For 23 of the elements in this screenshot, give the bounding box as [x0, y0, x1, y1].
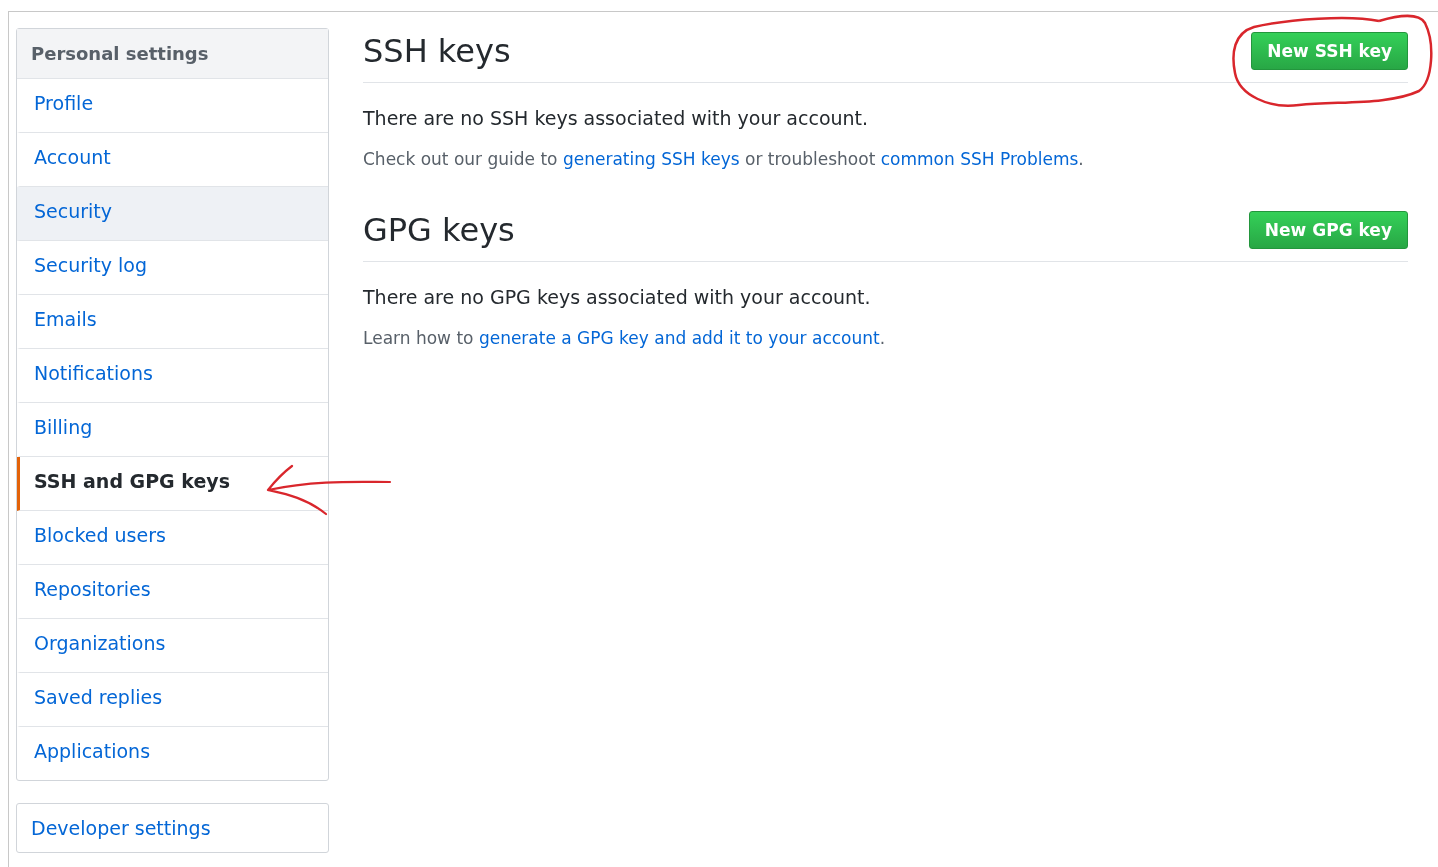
menu-item[interactable]: Notifications	[17, 349, 328, 403]
menu-item[interactable]: Repositories	[17, 565, 328, 619]
help-link[interactable]: generating SSH keys	[562, 149, 740, 169]
menu-item[interactable]: SSH and GPG keys	[17, 457, 328, 511]
help-link[interactable]: common SSH Problems	[880, 149, 1079, 169]
menu-heading: Personal settings	[17, 29, 328, 79]
section-title: SSH keys	[363, 32, 511, 70]
menu-item[interactable]: Saved replies	[17, 673, 328, 727]
menu-item[interactable]: Organizations	[17, 619, 328, 673]
menu-item[interactable]: Security	[17, 187, 328, 241]
empty-message: There are no SSH keys associated with your account.	[363, 107, 870, 129]
menu-item[interactable]: Blocked users	[17, 511, 328, 565]
menu-item[interactable]: Security log	[17, 241, 328, 295]
developer-settings-link[interactable]: Developer settings	[16, 803, 329, 853]
menu-item[interactable]: Emails	[17, 295, 328, 349]
section-title: GPG keys	[363, 211, 515, 249]
empty-message: There are no GPG keys associated with your account.	[363, 286, 872, 308]
menu-item[interactable]: Applications	[17, 727, 328, 780]
menu-item[interactable]: Billing	[17, 403, 328, 457]
help-text: Check out our guide to generating SSH keys or troubleshoot common SSH Problems.	[363, 149, 1085, 169]
help-link[interactable]: generate a GPG key and add it to your account	[478, 328, 880, 348]
help-text: Learn how to generate a GPG key and add it to your account.	[363, 328, 887, 348]
menu-item[interactable]: Profile	[17, 79, 328, 133]
